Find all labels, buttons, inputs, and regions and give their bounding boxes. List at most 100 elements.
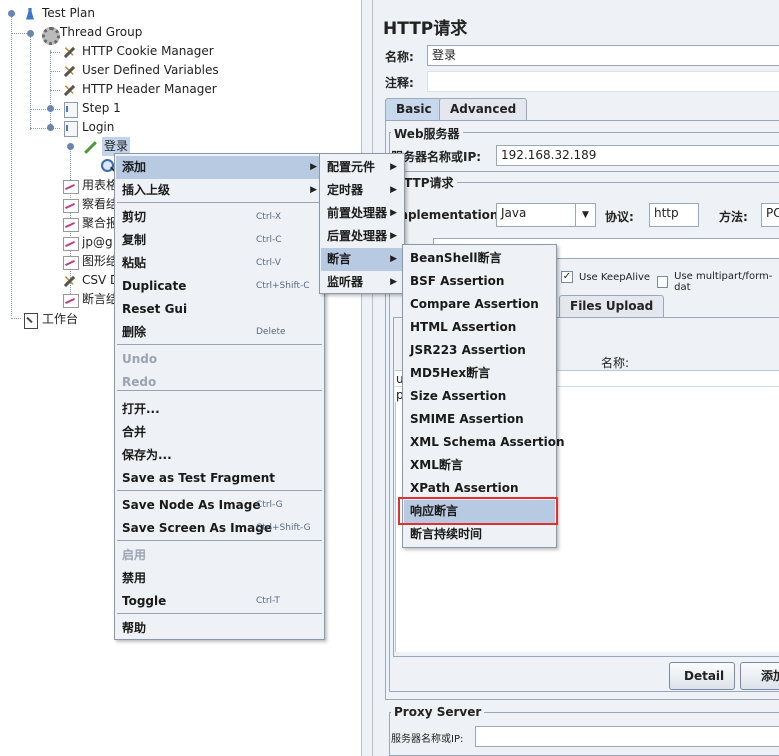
expand-handle[interactable] <box>47 105 54 112</box>
proxy-group-label: Proxy Server <box>391 705 485 719</box>
keepalive-checkbox[interactable]: ✓ Use KeepAlive <box>561 271 650 283</box>
tree-node-listener-2[interactable]: 察看结 <box>62 195 118 214</box>
expand-handle[interactable] <box>67 143 74 150</box>
context-menu-item[interactable]: Save as Test Fragment <box>116 467 323 490</box>
assertion-submenu-item[interactable]: Compare Assertion <box>404 293 555 316</box>
context-menu-item[interactable]: 复制 Ctrl-C <box>116 229 323 252</box>
context-menu-item[interactable]: 打开... <box>116 398 323 421</box>
server-field[interactable]: 192.168.32.189 <box>496 145 779 166</box>
tree-node-listener-1[interactable]: 用表格 <box>62 176 118 195</box>
assertion-submenu-item[interactable]: 断言持续时间 <box>404 523 555 546</box>
context-menu-item[interactable]: Save Screen As Image Ctrl+Shift-G <box>116 517 323 540</box>
assertion-submenu-item[interactable]: BeanShell断言 <box>404 247 555 270</box>
chevron-right-icon: ▶ <box>310 162 317 172</box>
tree-node-header-manager[interactable]: HTTP Header Manager <box>62 80 217 100</box>
context-menu-item[interactable]: 合并 <box>116 421 323 444</box>
listener-icon <box>62 292 79 308</box>
proxy-server-field[interactable] <box>475 726 779 747</box>
method-select[interactable]: PO <box>761 203 779 227</box>
assertion-submenu-item[interactable]: JSR223 Assertion <box>404 339 555 362</box>
tree-node-cookie-manager[interactable]: HTTP Cookie Manager <box>62 42 214 62</box>
shortcut-hint: Ctrl-C <box>256 235 282 245</box>
highlight-callout <box>398 497 558 525</box>
chevron-down-icon[interactable]: ▼ <box>575 204 595 226</box>
add-submenu: 配置元件 ▶ 定时器 ▶ 前置处理器 ▶ 后置处理器 ▶ 断言 ▶ 监听器 ▶ <box>319 153 405 294</box>
context-menu-item[interactable]: Save Node As Image Ctrl-G <box>116 494 323 517</box>
config-element-icon <box>62 62 78 81</box>
tree-node-listener-5[interactable]: 图形结 <box>62 252 118 271</box>
add-submenu-item[interactable]: 断言 ▶ <box>321 248 403 271</box>
name-column-header: 名称: <box>601 356 630 370</box>
assertion-submenu-item[interactable]: XML断言 <box>404 454 555 477</box>
tree-node-user-vars[interactable]: User Defined Variables <box>62 61 219 81</box>
add-submenu-item[interactable]: 配置元件 ▶ <box>321 156 403 179</box>
context-menu-item[interactable]: Duplicate Ctrl+Shift-C <box>116 275 323 298</box>
context-menu-item[interactable]: 粘贴 Ctrl-V <box>116 252 323 275</box>
context-menu-item[interactable]: 启用 <box>116 544 323 567</box>
listener-icon <box>62 197 79 213</box>
tree-node-listener-4[interactable]: jp@g <box>62 233 113 252</box>
chevron-right-icon: ▶ <box>310 185 317 195</box>
tree-node-listener-3[interactable]: 聚合报 <box>62 214 118 233</box>
context-menu-item[interactable]: Reset Gui <box>116 298 323 321</box>
expand-handle[interactable] <box>27 30 34 37</box>
context-menu-item[interactable]: 帮助 <box>116 617 323 640</box>
assertion-submenu-item[interactable]: MD5Hex断言 <box>404 362 555 385</box>
tree-node-test-plan[interactable]: Test Plan <box>22 4 95 23</box>
tab-basic[interactable]: Basic <box>385 98 443 120</box>
panel-title: HTTP请求 <box>383 19 468 39</box>
context-menu-item[interactable]: 添加 ▶ <box>116 156 323 179</box>
context-menu-item[interactable]: Undo <box>116 348 323 371</box>
tab-advanced[interactable]: Advanced <box>439 98 528 120</box>
context-menu-item[interactable]: 保存为... <box>116 444 323 467</box>
expand-handle[interactable] <box>8 10 15 17</box>
comment-field[interactable] <box>427 71 779 92</box>
add-submenu-item[interactable]: 定时器 ▶ <box>321 179 403 202</box>
name-field[interactable]: 登录 <box>427 45 779 66</box>
add-submenu-item[interactable]: 监听器 ▶ <box>321 271 403 294</box>
checkbox-checked-icon: ✓ <box>561 271 573 283</box>
assertion-submenu-item[interactable]: BSF Assertion <box>404 270 555 293</box>
expand-handle[interactable] <box>47 124 54 131</box>
tree-node-workbench[interactable]: 工作台 <box>22 310 78 329</box>
tree-node-thread-group[interactable]: Thread Group <box>40 23 142 45</box>
menu-separator <box>117 613 322 614</box>
web-server-group-label: Web服务器 <box>391 125 463 142</box>
context-menu-item[interactable]: 删除 Delete <box>116 321 323 344</box>
shortcut-hint: Ctrl+Shift-C <box>256 281 310 291</box>
context-menu-item[interactable]: Redo <box>116 371 323 394</box>
context-menu-item[interactable]: 剪切 Ctrl-X <box>116 206 323 229</box>
tree-node-listener-7[interactable]: 断言结 <box>62 290 118 309</box>
add-submenu-item[interactable]: 后置处理器 ▶ <box>321 225 403 248</box>
listener-icon <box>62 254 79 270</box>
protocol-field[interactable]: http <box>649 203 699 227</box>
context-menu-item[interactable]: Toggle Ctrl-T <box>116 590 323 613</box>
context-menu-item[interactable]: 禁用 <box>116 567 323 590</box>
assertion-submenu-item[interactable]: HTML Assertion <box>404 316 555 339</box>
assertion-submenu-item[interactable]: Size Assertion <box>404 385 555 408</box>
tab-files-upload[interactable]: Files Upload <box>559 295 665 317</box>
shortcut-hint: Ctrl-G <box>256 500 283 510</box>
impl-label: Implementation: <box>391 208 504 222</box>
listener-icon <box>62 178 79 194</box>
listener-icon <box>62 216 79 232</box>
shortcut-hint: Ctrl+Shift-G <box>256 523 311 533</box>
chevron-right-icon: ▶ <box>390 231 397 241</box>
chevron-right-icon: ▶ <box>390 277 397 287</box>
tree-node-csv[interactable]: CSV D <box>62 271 119 291</box>
tree-node-step1[interactable]: Step 1 <box>62 99 121 118</box>
workbench-icon <box>22 312 38 329</box>
shortcut-hint: Delete <box>256 327 286 337</box>
detail-button[interactable]: Detail <box>669 662 735 690</box>
assertion-submenu-item[interactable]: SMIME Assertion <box>404 408 555 431</box>
assertion-submenu-item[interactable]: XML Schema Assertion <box>404 431 565 454</box>
add-submenu-item[interactable]: 前置处理器 ▶ <box>321 202 403 225</box>
multipart-checkbox[interactable]: Use multipart/form-dat <box>657 271 779 293</box>
context-menu-item[interactable]: 插入上级 ▶ <box>116 179 323 202</box>
method-label: 方法: <box>719 210 748 224</box>
shortcut-hint: Ctrl-X <box>256 212 281 222</box>
tree-node-login[interactable]: Login <box>62 118 114 137</box>
controller-icon <box>62 120 78 137</box>
add-button[interactable]: 添加 <box>740 662 779 690</box>
config-element-icon <box>62 81 78 100</box>
